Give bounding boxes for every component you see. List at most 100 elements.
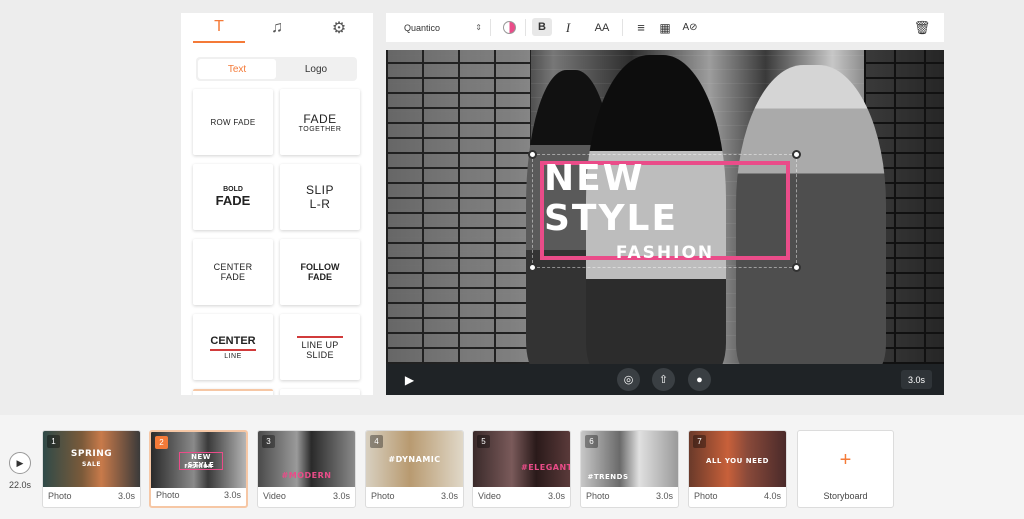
text-format-toolbar: Quantico ⇕ B I AA ≡ ▦ A⊘ 🗑 xyxy=(386,13,944,42)
preset-sublabel: TOGETHER xyxy=(298,125,342,133)
toggle-logo[interactable]: Logo xyxy=(277,59,355,79)
preset-label: CENTER xyxy=(213,262,253,272)
preset-label: LINE UP xyxy=(301,340,339,350)
clip-thumbnail: 3 #MODERN xyxy=(258,431,355,487)
divider xyxy=(622,19,623,36)
play-button[interactable]: ▶ xyxy=(398,368,421,391)
timeline-clip[interactable]: 3 #MODERN Video 3.0s xyxy=(257,430,356,508)
gear-icon: ⚙ xyxy=(331,20,347,37)
resize-handle-bottom-left[interactable] xyxy=(528,263,537,272)
preset-line-up-slide[interactable]: LINE UP SLIDE xyxy=(280,314,360,380)
tab-settings[interactable]: ⚙ xyxy=(313,13,365,43)
voiceover-button[interactable]: ● xyxy=(688,368,711,391)
clip-type: Photo xyxy=(48,491,72,501)
italic-button[interactable]: I xyxy=(558,13,578,42)
preset-center-line[interactable]: CENTER LINE xyxy=(193,314,273,380)
language-button[interactable]: ◎ xyxy=(617,368,640,391)
trash-icon: 🗑 xyxy=(913,19,931,35)
font-size-button[interactable]: AA xyxy=(591,13,613,42)
text-overlay[interactable]: NEW STYLE FASHION xyxy=(540,158,790,263)
font-select[interactable]: Quantico ⇕ xyxy=(394,13,486,42)
preset-row-fade[interactable]: ROW FADE xyxy=(193,89,273,155)
storyboard-button[interactable]: + Storyboard xyxy=(797,430,894,508)
timeline-clip[interactable]: 5 #ELEGANT Video 3.0s xyxy=(472,430,571,508)
timeline: ▶ 22.0s 1 SPRING SALE Photo 3.0s 2 NEW S… xyxy=(0,415,1024,519)
preset-fade-together[interactable]: FADE TOGETHER xyxy=(280,89,360,155)
preset-sublabel: FADE xyxy=(220,272,246,282)
clip-duration[interactable]: 3.0s xyxy=(900,370,932,389)
upload-button[interactable]: ⇧ xyxy=(652,368,675,391)
clip-footer: Photo 3.0s xyxy=(151,484,246,506)
preset-follow-fade[interactable]: FOLLOW FADE xyxy=(280,239,360,305)
clip-duration: 3.0s xyxy=(332,491,350,501)
clip-thumbnail: 5 #ELEGANT xyxy=(473,431,570,487)
timeline-clip[interactable]: 1 SPRING SALE Photo 3.0s xyxy=(42,430,141,508)
clip-number: 3 xyxy=(262,435,275,448)
clip-duration: 3.0s xyxy=(440,491,458,501)
clip-thumbnail: 1 SPRING SALE xyxy=(43,431,140,487)
preset-label: SLIP xyxy=(305,183,334,197)
clip-duration: 3.0s xyxy=(117,491,135,501)
clip-type: Video xyxy=(263,491,286,501)
preset-slip-lr[interactable]: SLIP L-R xyxy=(280,164,360,230)
clip-duration: 3.0s xyxy=(655,491,673,501)
preset-line-decoration xyxy=(297,336,343,338)
text-panel: T ♫ ⚙ Text Logo ROW FADE FADE TOGETHER B… xyxy=(181,13,373,395)
updown-arrows-icon: ⇕ xyxy=(475,23,482,32)
preview-canvas[interactable]: NEW STYLE FASHION xyxy=(386,50,944,364)
globe-icon: ◎ xyxy=(623,374,634,386)
preset-sublabel: L-R xyxy=(309,197,331,211)
grid-icon: ▦ xyxy=(659,20,671,35)
microphone-icon: ● xyxy=(696,373,703,386)
plus-icon: + xyxy=(839,449,852,471)
preset-label: FOLLOW xyxy=(300,262,340,272)
player-bar: ▶ ◎ ⇧ ● 3.0s xyxy=(386,364,944,395)
clip-number: 6 xyxy=(585,435,598,448)
align-icon: ≡ xyxy=(637,20,645,35)
resize-handle-bottom-right[interactable] xyxy=(792,263,801,272)
font-select-value: Quantico xyxy=(404,22,441,33)
total-duration: 22.0s xyxy=(9,480,32,490)
delete-button[interactable]: 🗑 xyxy=(910,13,934,42)
clip-footer: Photo 3.0s xyxy=(43,485,140,507)
preset-label: FADE xyxy=(303,111,337,126)
clip-number: 1 xyxy=(47,435,60,448)
timeline-clip[interactable]: 6 #TRENDS Photo 3.0s xyxy=(580,430,679,508)
tab-text[interactable]: T xyxy=(193,13,245,43)
text-style-icon: A⊘ xyxy=(682,22,698,33)
clip-thumbnail: 2 NEW STYLE FASHION xyxy=(151,432,246,488)
thumb-caption: #DYNAMIC xyxy=(388,455,441,464)
grid-button[interactable]: ▦ xyxy=(656,13,674,42)
timeline-clip[interactable]: 2 NEW STYLE FASHION Photo 3.0s xyxy=(149,430,248,508)
clip-thumbnail: 7 ALL YOU NEED xyxy=(689,431,786,487)
preset-sublabel: FADE xyxy=(307,272,332,282)
align-button[interactable]: ≡ xyxy=(632,13,650,42)
preset-partial[interactable] xyxy=(193,389,273,395)
preset-center-fade[interactable]: CENTER FADE xyxy=(193,239,273,305)
toggle-text[interactable]: Text xyxy=(198,59,276,79)
clip-thumbnail: 6 #TRENDS xyxy=(581,431,678,487)
timeline-clip[interactable]: 4 #DYNAMIC Photo 3.0s xyxy=(365,430,464,508)
resize-handle-top-left[interactable] xyxy=(528,150,537,159)
panel-tabs: T ♫ ⚙ xyxy=(181,13,373,43)
clip-duration: 3.0s xyxy=(223,490,241,500)
preset-bold-fade[interactable]: BOLD FADE xyxy=(193,164,273,230)
color-picker[interactable] xyxy=(499,13,519,42)
clip-footer: Photo 3.0s xyxy=(366,485,463,507)
timeline-play-button[interactable]: ▶ xyxy=(9,452,31,474)
tab-music[interactable]: ♫ xyxy=(251,13,303,43)
clip-number: 4 xyxy=(370,435,383,448)
preset-label: CENTER xyxy=(210,334,256,347)
bold-button[interactable]: B xyxy=(532,18,552,36)
overlay-title[interactable]: NEW STYLE xyxy=(544,158,786,239)
text-logo-toggle: Text Logo xyxy=(196,57,357,81)
resize-handle-top-right[interactable] xyxy=(792,150,801,159)
overlay-subtitle[interactable]: FASHION xyxy=(616,243,714,263)
timeline-clip[interactable]: 7 ALL YOU NEED Photo 4.0s xyxy=(688,430,787,508)
play-icon: ▶ xyxy=(404,372,415,387)
text-style-button[interactable]: A⊘ xyxy=(680,13,700,42)
preset-partial[interactable] xyxy=(280,389,360,395)
thumb-caption: #TRENDS xyxy=(587,473,629,481)
preset-label: ROW FADE xyxy=(210,117,256,127)
clip-type: Photo xyxy=(586,491,610,501)
